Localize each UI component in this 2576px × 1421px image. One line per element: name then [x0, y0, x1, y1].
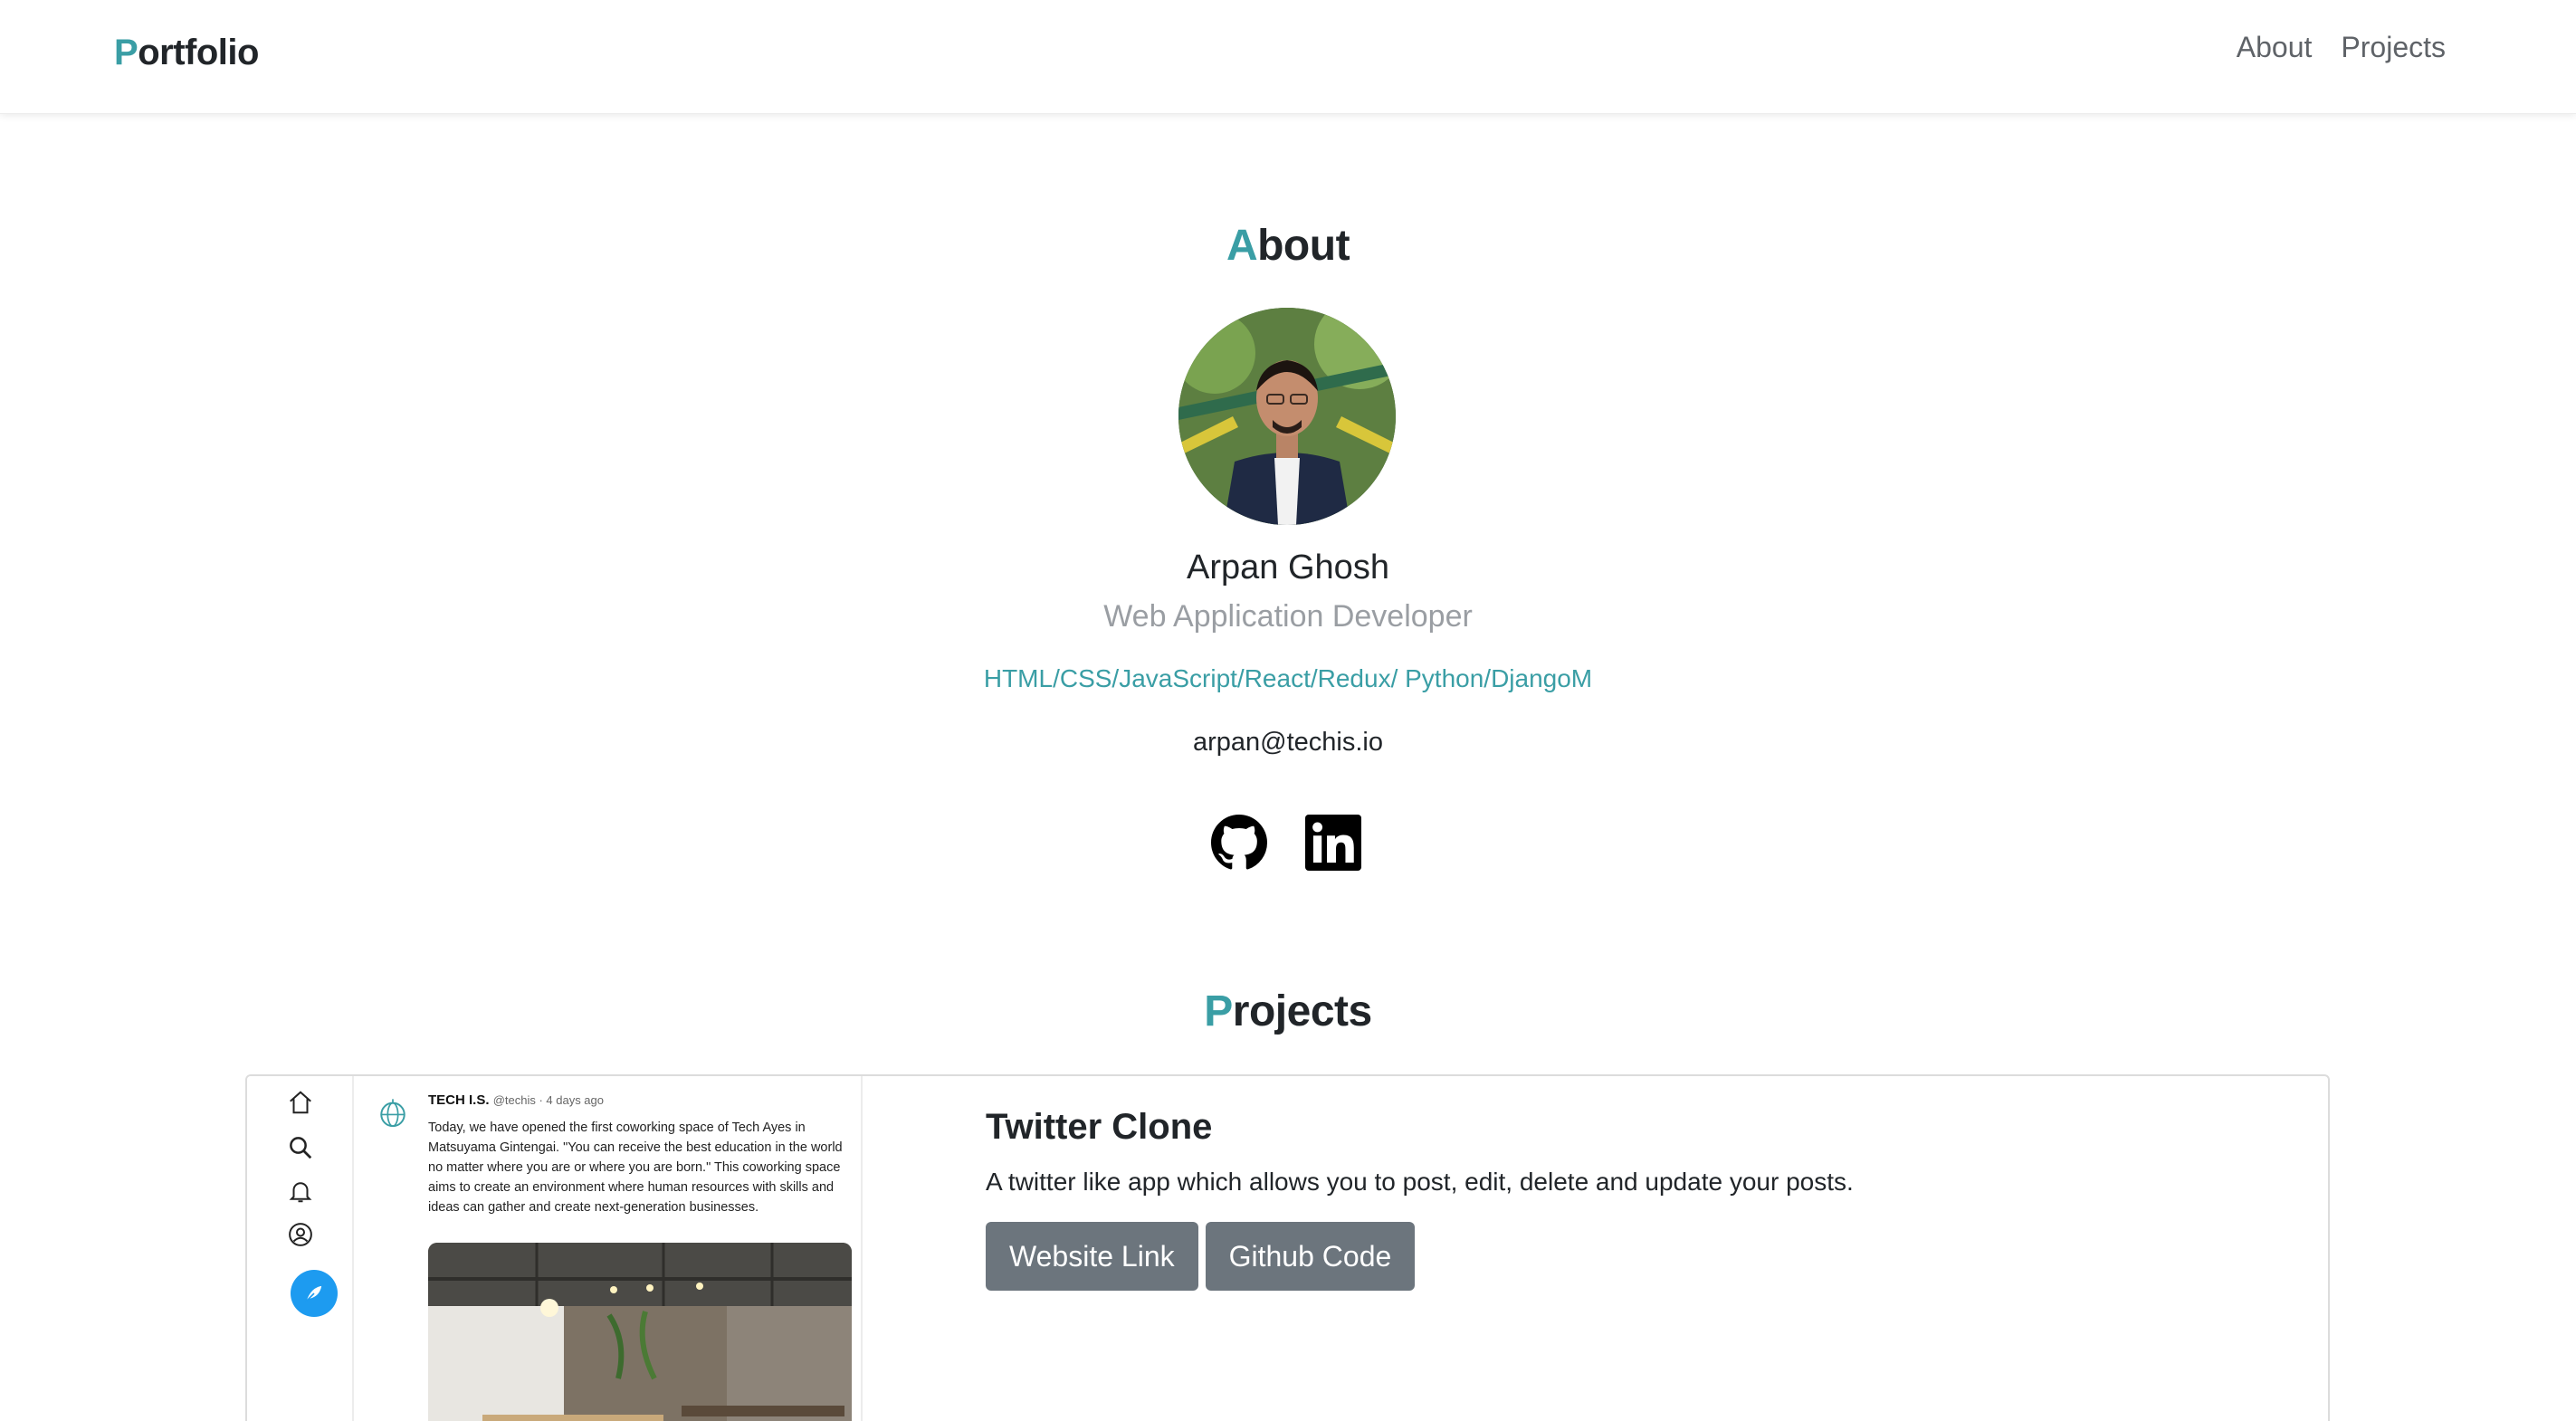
tweet-handle-time: @techis · 4 days ago	[492, 1093, 605, 1107]
brand-logo[interactable]: Portfolio	[114, 33, 259, 73]
linkedin-icon	[1305, 815, 1361, 871]
projects-heading: Projects	[0, 987, 2576, 1036]
project-card-body: Twitter Clone A twitter like app which a…	[986, 1103, 1854, 1291]
profile-role: Web Application Developer	[1103, 599, 1473, 634]
brand-text: ortfolio	[138, 33, 259, 72]
github-code-button[interactable]: Github Code	[1205, 1222, 1416, 1291]
tweet-photo	[428, 1243, 852, 1421]
tweet-text: Today, we have opened the first coworkin…	[428, 1121, 843, 1215]
github-link[interactable]	[1211, 815, 1267, 871]
compose-button	[291, 1270, 338, 1317]
tweet-header: TECH I.S. @techis · 4 days ago	[428, 1092, 604, 1108]
about-heading-initial: A	[1226, 222, 1258, 270]
globe-icon	[380, 1099, 405, 1128]
project-title: Twitter Clone	[986, 1107, 1213, 1147]
projects-heading-text: rojects	[1232, 987, 1372, 1035]
project-card: TECH I.S. @techis · 4 days ago Today, we…	[245, 1074, 2330, 1421]
github-icon	[1211, 815, 1267, 870]
bell-icon	[289, 1182, 312, 1203]
website-link-button[interactable]: Website Link	[986, 1222, 1198, 1291]
project-screenshot: TECH I.S. @techis · 4 days ago Today, we…	[247, 1076, 863, 1421]
about-heading-text: bout	[1257, 222, 1350, 270]
nav-links: About Projects	[2237, 31, 2446, 64]
navbar: Portfolio About Projects	[0, 0, 2576, 114]
social-links	[1211, 815, 1361, 871]
home-icon	[290, 1091, 311, 1114]
projects-heading-initial: P	[1204, 987, 1233, 1035]
avatar	[1178, 308, 1396, 525]
profile-skills: HTML/CSS/JavaScript/React/Redux/ Python/…	[983, 664, 1593, 692]
tweet-author: TECH I.S.	[428, 1092, 490, 1108]
brand-initial: P	[114, 33, 138, 72]
about-heading: About	[0, 221, 2576, 271]
project-description: A twitter like app which allows you to p…	[986, 1168, 1854, 1196]
avatar-photo	[1178, 308, 1396, 525]
profile-icon	[289, 1223, 312, 1246]
screenshot-sidebar	[247, 1076, 354, 1421]
feather-icon	[305, 1285, 322, 1302]
profile-email: arpan@techis.io	[1193, 728, 1383, 757]
search-icon	[290, 1137, 312, 1159]
nav-link-projects[interactable]: Projects	[2341, 31, 2446, 64]
linkedin-link[interactable]	[1305, 815, 1361, 871]
profile-name: Arpan Ghosh	[1187, 548, 1389, 587]
nav-link-about[interactable]: About	[2237, 31, 2313, 64]
project-buttons: Website Link Github Code	[986, 1222, 1854, 1291]
coworking-photo	[428, 1243, 852, 1421]
